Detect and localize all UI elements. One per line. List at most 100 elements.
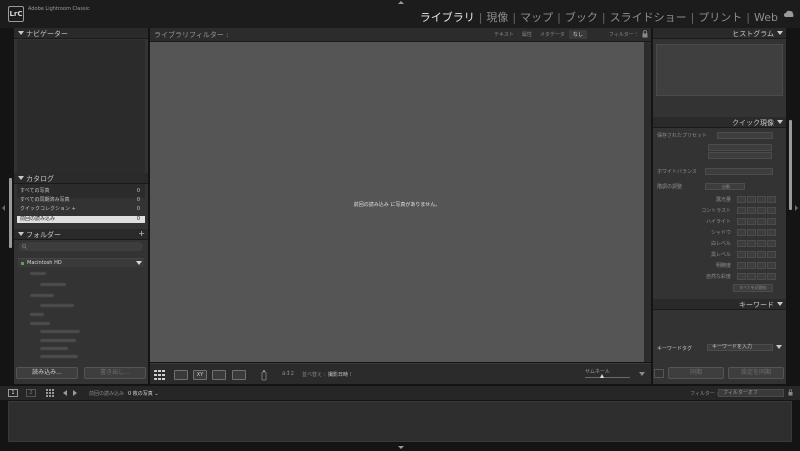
qd-step-button[interactable] bbox=[757, 251, 766, 258]
folder-search-input[interactable] bbox=[19, 242, 143, 251]
catalog-header[interactable]: カタログ bbox=[14, 173, 148, 184]
qd-white-balance-select[interactable] bbox=[705, 168, 773, 175]
forward-arrow-icon[interactable] bbox=[73, 390, 77, 396]
folders-header[interactable]: フォルダー + bbox=[14, 229, 148, 240]
qd-step-button[interactable] bbox=[757, 262, 766, 269]
right-panel-toggle-icon[interactable] bbox=[795, 205, 798, 211]
qd-step-button[interactable] bbox=[757, 273, 766, 280]
add-folder-icon[interactable]: + bbox=[138, 229, 145, 238]
keyword-tags-select[interactable]: キーワードを入力 bbox=[707, 344, 773, 351]
sync-switch-icon[interactable] bbox=[654, 369, 664, 378]
qd-step-button[interactable] bbox=[747, 262, 756, 269]
keywording-header[interactable]: キーワード bbox=[653, 299, 786, 310]
qd-step-button[interactable] bbox=[757, 207, 766, 214]
qd-step-button[interactable] bbox=[737, 229, 746, 236]
module-web[interactable]: Web bbox=[754, 11, 778, 24]
qd-step-button[interactable] bbox=[737, 196, 746, 203]
filter-tab-attribute[interactable]: 属性 bbox=[518, 30, 536, 39]
volume-macintosh-hd[interactable]: Macintosh HD bbox=[18, 258, 144, 267]
module-slideshow[interactable]: スライドショー bbox=[610, 11, 687, 24]
module-book[interactable]: ブック bbox=[565, 11, 598, 24]
grid-view[interactable]: 前回の読み込み に写真がありません。 bbox=[150, 42, 644, 362]
qd-step-button[interactable] bbox=[757, 218, 766, 225]
quick-develop-header[interactable]: クイック現像 bbox=[653, 117, 786, 128]
left-panel-scrollbar[interactable] bbox=[9, 178, 12, 248]
thumbnail-size-slider[interactable] bbox=[585, 377, 630, 378]
catalog-item-all-photos[interactable]: すべての写真 0 bbox=[17, 188, 145, 195]
qd-step-button[interactable] bbox=[747, 207, 756, 214]
qd-step-button[interactable] bbox=[757, 240, 766, 247]
thumbnail-slider-knob[interactable] bbox=[600, 374, 604, 378]
histogram-header[interactable]: ヒストグラム bbox=[653, 28, 786, 39]
export-button[interactable]: 書き出し... bbox=[84, 367, 146, 379]
filter-tab-metadata[interactable]: メタデータ bbox=[536, 30, 569, 39]
navigator-header[interactable]: ナビゲーター bbox=[14, 28, 148, 39]
filter-preset-select[interactable]: フィルター ⁝ bbox=[609, 31, 637, 38]
sync-settings-button[interactable]: 設定を同期 bbox=[728, 367, 784, 379]
right-panel-scrollbar[interactable] bbox=[789, 120, 792, 210]
lock-icon[interactable] bbox=[642, 30, 648, 38]
qd-step-button[interactable] bbox=[757, 229, 766, 236]
filter-tab-none[interactable]: なし bbox=[568, 30, 587, 39]
qd-step-button[interactable] bbox=[747, 229, 756, 236]
module-develop[interactable]: 現像 bbox=[486, 11, 508, 24]
qd-step-button[interactable] bbox=[737, 207, 746, 214]
main-window-button[interactable]: 1 bbox=[8, 389, 18, 397]
qd-step-button[interactable] bbox=[767, 196, 776, 203]
qd-step-button[interactable] bbox=[737, 251, 746, 258]
qd-step-button[interactable] bbox=[747, 196, 756, 203]
sync-button[interactable]: 同期 bbox=[668, 367, 724, 379]
toolbar-options-icon[interactable] bbox=[639, 372, 645, 376]
qd-step-button[interactable] bbox=[757, 196, 766, 203]
left-panel-toggle-icon[interactable] bbox=[2, 205, 5, 211]
qd-step-button[interactable] bbox=[747, 273, 756, 280]
qd-step-button[interactable] bbox=[767, 262, 776, 269]
qd-step-button[interactable] bbox=[767, 218, 776, 225]
filmstrip[interactable] bbox=[8, 401, 792, 442]
qd-step-button[interactable] bbox=[737, 273, 746, 280]
qd-preset-select[interactable] bbox=[717, 132, 773, 139]
grid-scrollbar[interactable] bbox=[644, 42, 651, 362]
module-map[interactable]: マップ bbox=[520, 11, 553, 24]
sort-direction-icon[interactable]: a↕z bbox=[282, 370, 294, 377]
qd-step-button[interactable] bbox=[747, 251, 756, 258]
qd-auto-tone-button[interactable]: 自動 bbox=[705, 183, 745, 190]
filmstrip-source[interactable]: 前回の読み込み 0 枚の写真 ⌄ bbox=[89, 390, 159, 397]
catalog-item-synced-photos[interactable]: すべての同期済み写真 0 bbox=[17, 197, 145, 204]
qd-step-button[interactable] bbox=[747, 218, 756, 225]
sort-select[interactable]: 撮影日時 ⁝ bbox=[328, 371, 351, 378]
filter-tabs: テキスト 属性 メタデータ なし bbox=[490, 30, 587, 39]
qd-step-button[interactable] bbox=[767, 229, 776, 236]
qd-step-button[interactable] bbox=[737, 218, 746, 225]
qd-step-button[interactable] bbox=[737, 240, 746, 247]
back-arrow-icon[interactable] bbox=[63, 390, 67, 396]
qd-step-button[interactable] bbox=[767, 251, 776, 258]
qd-reset-all-button[interactable]: すべてを初期化 bbox=[733, 284, 773, 292]
catalog-item-previous-import[interactable]: 前回の読み込み 0 bbox=[17, 216, 145, 223]
cloud-icon[interactable] bbox=[784, 10, 794, 17]
module-library[interactable]: ライブラリ bbox=[420, 11, 475, 24]
people-view-icon[interactable] bbox=[232, 370, 246, 380]
loupe-view-icon[interactable] bbox=[174, 370, 188, 380]
filter-tab-text[interactable]: テキスト bbox=[490, 30, 518, 39]
qd-step-button[interactable] bbox=[767, 240, 776, 247]
filmstrip-filter-select[interactable]: フィルターオフ bbox=[718, 389, 784, 397]
qd-step-button[interactable] bbox=[737, 262, 746, 269]
catalog-item-quick-collection[interactable]: クイックコレクション +0 bbox=[17, 206, 145, 213]
lock-icon[interactable] bbox=[788, 389, 793, 396]
qd-step-button[interactable] bbox=[767, 207, 776, 214]
grid-view-icon[interactable] bbox=[46, 389, 55, 397]
grid-view-icon[interactable] bbox=[154, 370, 168, 380]
compare-view-icon[interactable]: XY bbox=[193, 370, 207, 380]
spray-can-icon[interactable] bbox=[261, 369, 267, 381]
qd-crop-select[interactable] bbox=[708, 144, 772, 151]
bottom-panel-toggle-icon[interactable] bbox=[398, 446, 404, 449]
import-button[interactable]: 読み込み... bbox=[16, 367, 78, 379]
module-print[interactable]: プリント bbox=[698, 11, 742, 24]
top-panel-toggle-icon[interactable] bbox=[398, 1, 404, 4]
secondary-window-button[interactable]: 2 bbox=[26, 389, 36, 397]
qd-treatment-select[interactable] bbox=[708, 152, 772, 159]
qd-step-button[interactable] bbox=[767, 273, 776, 280]
qd-step-button[interactable] bbox=[747, 240, 756, 247]
survey-view-icon[interactable] bbox=[212, 370, 226, 380]
